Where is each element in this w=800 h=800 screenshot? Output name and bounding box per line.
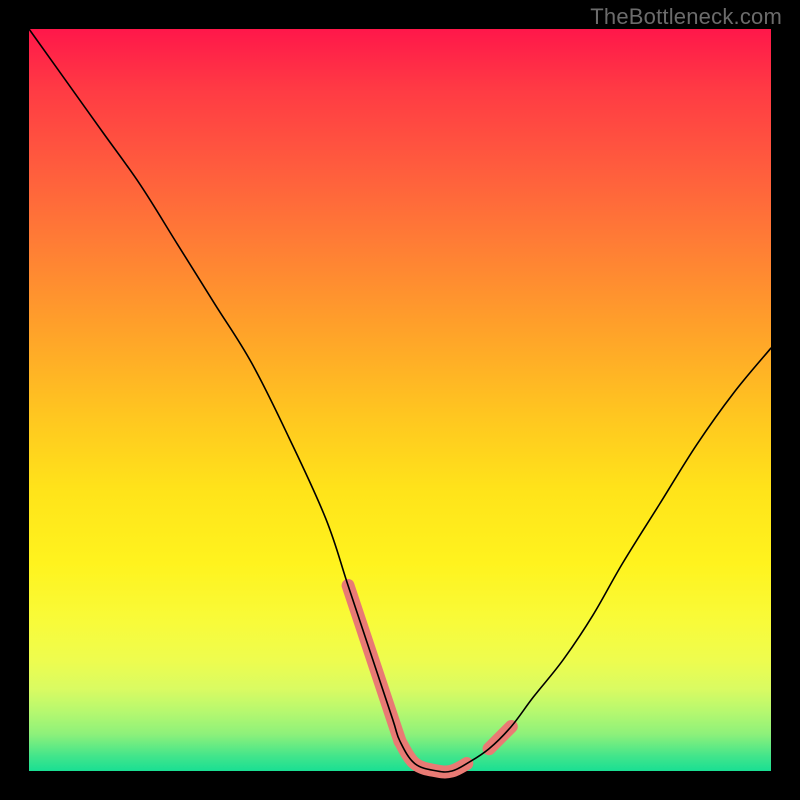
bottleneck-curve (29, 29, 771, 772)
highlight-bottom (400, 741, 467, 772)
chart-frame: TheBottleneck.com (0, 0, 800, 800)
watermark-label: TheBottleneck.com (590, 4, 782, 30)
chart-svg (29, 29, 771, 771)
plot-area (29, 29, 771, 771)
highlight-group (348, 586, 511, 773)
